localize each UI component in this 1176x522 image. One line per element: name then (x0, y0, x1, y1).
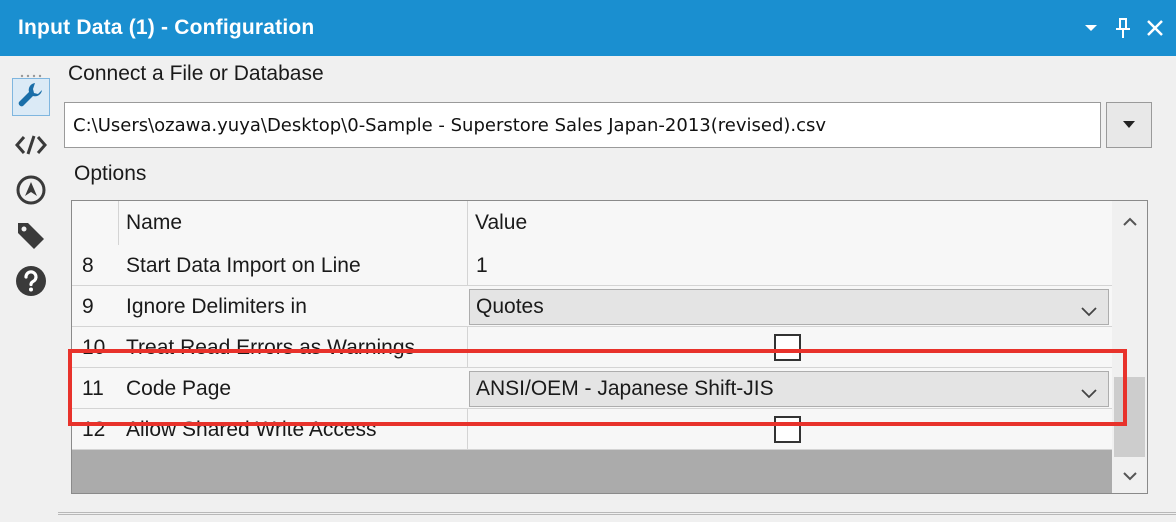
tag-icon (15, 219, 47, 256)
option-name: Code Page (126, 376, 232, 400)
header-divider (118, 201, 119, 245)
close-icon[interactable] (1144, 17, 1166, 39)
code-icon (14, 133, 48, 162)
options-label: Options (74, 162, 147, 185)
tool-sidebar (0, 56, 62, 522)
connect-label: Connect a File or Database (68, 62, 324, 85)
sidebar-tool-annotation-code[interactable] (12, 128, 50, 166)
chevron-down-icon (1080, 300, 1098, 317)
help-icon (15, 265, 47, 302)
option-name: Ignore Delimiters in (126, 294, 307, 318)
row-number: 10 (82, 335, 106, 359)
sidebar-tool-configuration[interactable] (12, 78, 50, 116)
option-row-shared-write[interactable]: 12 Allow Shared Write Access (72, 409, 1112, 450)
start-line-input[interactable]: 1 (467, 245, 1112, 286)
chevron-down-icon (1080, 382, 1098, 399)
row-number: 8 (82, 253, 94, 277)
options-grid: Name Value 8 Start Data Import on Line 1… (71, 200, 1148, 494)
select-value: Quotes (476, 295, 544, 318)
window-title: Input Data (1) - Configuration (18, 16, 315, 39)
row-number: 9 (82, 294, 94, 318)
option-row-ignore-delimiters[interactable]: 9 Ignore Delimiters in Quotes (72, 286, 1112, 327)
option-name: Treat Read Errors as Warnings (126, 335, 416, 359)
scroll-up-icon[interactable] (1112, 205, 1147, 239)
option-row-code-page[interactable]: 11 Code Page ANSI/OEM - Japanese Shift-J… (72, 368, 1112, 409)
column-header-name: Name (126, 211, 183, 234)
select-value: ANSI/OEM - Japanese Shift-JIS (476, 377, 774, 400)
file-path-input[interactable]: C:\Users\ozawa.yuya\Desktop\0-Sample - S… (64, 102, 1101, 148)
grid-header: Name Value (72, 201, 1112, 245)
file-path-dropdown-button[interactable] (1106, 102, 1152, 148)
dropdown-arrow-icon[interactable] (1080, 17, 1102, 39)
sidebar-tool-tag[interactable] (12, 218, 50, 256)
scroll-down-icon[interactable] (1112, 459, 1147, 493)
vertical-scrollbar[interactable] (1112, 201, 1147, 493)
code-page-select[interactable]: ANSI/OEM - Japanese Shift-JIS (469, 371, 1109, 407)
option-row-start-import[interactable]: 8 Start Data Import on Line 1 (72, 245, 1112, 286)
sidebar-tool-navigator[interactable] (12, 173, 50, 211)
shared-write-checkbox[interactable] (774, 416, 801, 443)
wrench-icon (16, 80, 46, 115)
scrollbar-thumb[interactable] (1114, 377, 1145, 457)
chevron-down-icon (1122, 116, 1136, 134)
pin-icon[interactable] (1112, 17, 1134, 39)
header-divider (467, 201, 468, 245)
title-bar: Input Data (1) - Configuration (0, 0, 1176, 56)
option-name: Allow Shared Write Access (126, 417, 377, 441)
sidebar-tool-help[interactable] (12, 264, 50, 302)
column-header-value: Value (475, 211, 528, 234)
treat-read-errors-checkbox[interactable] (774, 334, 801, 361)
window-controls (1080, 0, 1166, 56)
option-name: Start Data Import on Line (126, 253, 361, 277)
option-row-treat-read-errors[interactable]: 10 Treat Read Errors as Warnings (72, 327, 1112, 368)
ignore-delimiters-select[interactable]: Quotes (469, 289, 1109, 325)
navigator-icon (15, 174, 47, 211)
bottom-divider (58, 512, 1176, 515)
row-number: 12 (82, 417, 106, 441)
row-number: 11 (82, 376, 104, 400)
grip-icon[interactable] (20, 65, 42, 78)
